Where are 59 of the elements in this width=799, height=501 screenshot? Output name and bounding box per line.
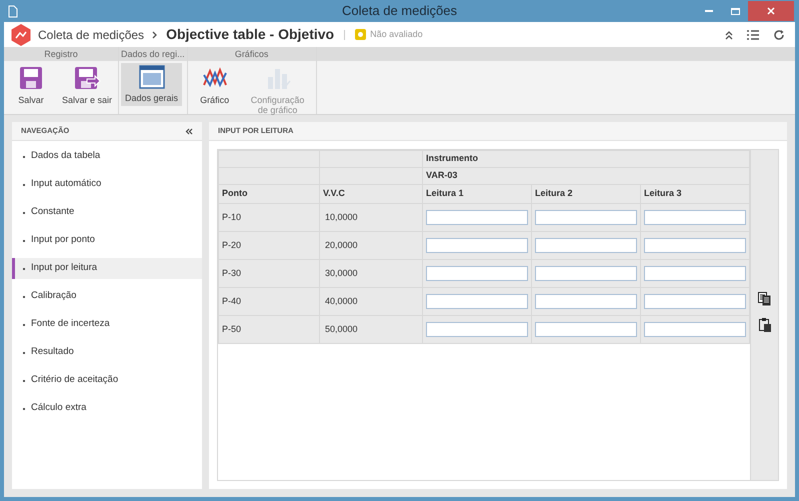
table-cell: P-20: [218, 232, 320, 260]
reading-input-field[interactable]: [535, 210, 637, 225]
sidebar-item[interactable]: Input por leitura: [12, 258, 202, 279]
reading-input-field[interactable]: [426, 322, 528, 337]
table-cell: P-30: [218, 260, 320, 288]
ribbon-group-label: Dados do regi...: [119, 47, 187, 61]
reading-input-field[interactable]: [644, 294, 746, 309]
table-cell: 10,0000: [320, 204, 422, 232]
ribbon-button[interactable]: Gráfico: [190, 63, 240, 108]
table-cell: 50,0000: [320, 316, 422, 344]
close-icon: [767, 7, 775, 15]
ribbon-group-label: Gráficos: [188, 47, 316, 61]
breadcrumb-link[interactable]: Coleta de medições: [38, 26, 144, 44]
window-icon: [138, 65, 165, 89]
reading-input-field[interactable]: [644, 322, 746, 337]
ribbon-button[interactable]: Dados gerais: [121, 63, 182, 106]
reading-input-field[interactable]: [426, 210, 528, 225]
double-chevron-left-icon[interactable]: [185, 128, 193, 134]
chevron-right-icon: [152, 30, 158, 38]
sidebar-item[interactable]: Calibração: [12, 286, 202, 307]
reading-input-field[interactable]: [535, 266, 637, 281]
table-cell: P-50: [218, 316, 320, 344]
table-cell: 40,0000: [320, 288, 422, 316]
reading-input-field[interactable]: [535, 322, 637, 337]
sidebar-item[interactable]: Input por ponto: [12, 230, 202, 251]
paste-icon[interactable]: [758, 318, 770, 332]
reading-input-field[interactable]: [426, 294, 528, 309]
status-label: Não avaliado: [370, 28, 423, 41]
table-group-header: Instrumento: [422, 150, 750, 168]
window-title: Coleta de medições: [341, 2, 458, 20]
copy-icon[interactable]: [758, 292, 771, 306]
reading-input-field[interactable]: [535, 294, 637, 309]
refresh-icon[interactable]: [773, 28, 785, 40]
table-cell: P-40: [218, 288, 320, 316]
reading-input-field[interactable]: [644, 238, 746, 253]
page-title: Objective table - Objetivo: [166, 25, 334, 44]
list-icon[interactable]: [747, 30, 759, 40]
sidebar-item[interactable]: Dados da tabela: [12, 146, 202, 167]
sidebar-item[interactable]: Constante: [12, 202, 202, 223]
reading-input-field[interactable]: [426, 238, 528, 253]
table-cell: P-10: [218, 204, 320, 232]
close-button[interactable]: [748, 1, 794, 21]
document-icon: [8, 4, 18, 18]
sidebar-item[interactable]: Input automático: [12, 174, 202, 195]
table-cell: 20,0000: [320, 232, 422, 260]
ribbon-button[interactable]: Salvar: [6, 63, 56, 108]
reading-input-field[interactable]: [426, 266, 528, 281]
floppy-disk-arrow-icon: [73, 65, 102, 91]
table-cell: 30,0000: [320, 260, 422, 288]
reading-input-field[interactable]: [644, 266, 746, 281]
ribbon-button[interactable]: Salvar e sair: [58, 63, 116, 108]
reading-input-field[interactable]: [644, 210, 746, 225]
collapse-icon[interactable]: [725, 30, 733, 40]
sidebar-item[interactable]: Cálculo extra: [12, 398, 202, 419]
sidebar-item[interactable]: Critério de aceitação: [12, 370, 202, 391]
reading-input-field[interactable]: [535, 238, 637, 253]
sidebar-item[interactable]: Fonte de incerteza: [12, 314, 202, 335]
ribbon-group-label: Registro: [4, 47, 118, 61]
sidebar-item[interactable]: Resultado: [12, 342, 202, 363]
